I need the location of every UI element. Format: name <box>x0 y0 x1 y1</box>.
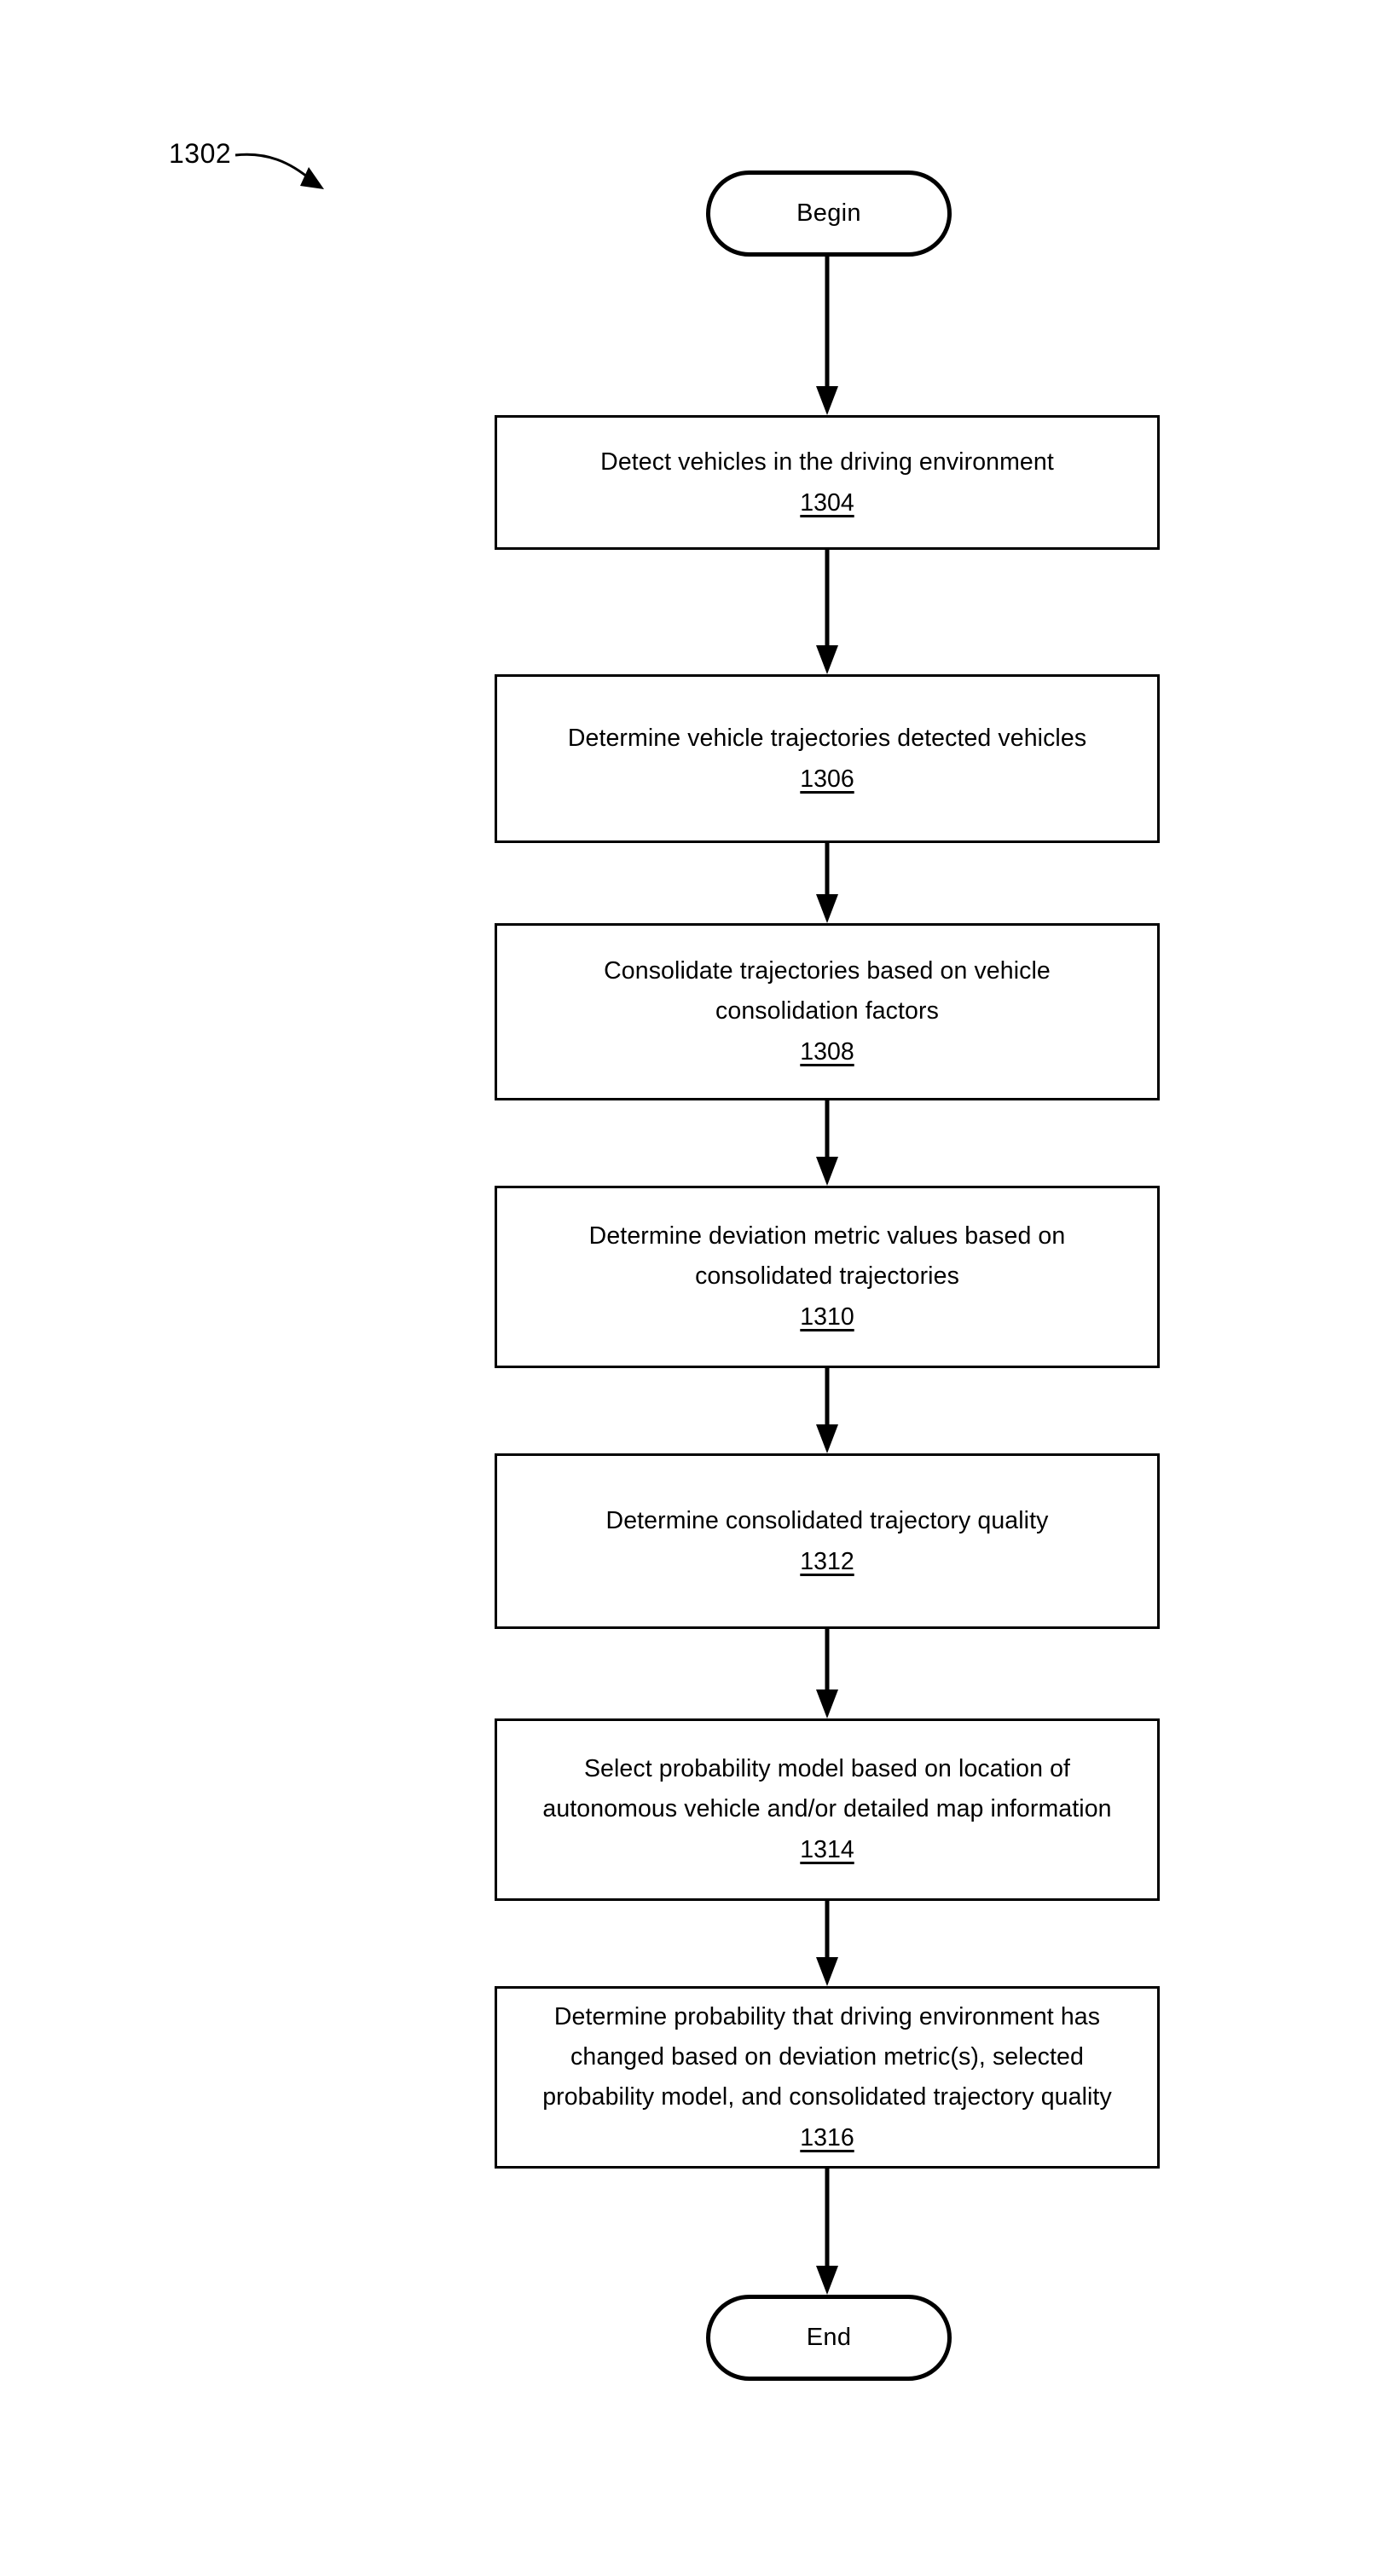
connector-arrow-6 <box>812 1629 842 1718</box>
process-step-1310: Determine deviation metric values based … <box>495 1186 1160 1368</box>
process-step-reference: 1306 <box>800 765 854 793</box>
patent-figure: 1302 Begin Detect vehicles in the drivin… <box>0 0 1378 2576</box>
process-step-1308: Consolidate trajectories based on vehicl… <box>495 923 1160 1100</box>
process-step-text: Detect vehicles in the driving environme… <box>600 448 1054 476</box>
connector-arrow-3 <box>812 843 842 923</box>
figure-reference-numeral: 1302 <box>169 138 232 169</box>
connector-arrow-4 <box>812 1100 842 1186</box>
process-step-1312: Determine consolidated trajectory qualit… <box>495 1453 1160 1629</box>
end-terminal-label: End <box>806 2324 852 2351</box>
start-terminal-label: Begin <box>796 199 861 227</box>
connector-arrow-2 <box>812 550 842 674</box>
process-step-text: Select probability model based on locati… <box>542 1755 1112 1822</box>
flowchart-start-terminal: Begin <box>706 170 952 257</box>
connector-arrow-8 <box>812 2169 842 2295</box>
process-step-text: Determine deviation metric values based … <box>588 1222 1066 1290</box>
process-step-text: Determine consolidated trajectory qualit… <box>605 1506 1049 1534</box>
process-step-1316: Determine probability that driving envir… <box>495 1986 1160 2169</box>
connector-arrow-7 <box>812 1901 842 1986</box>
process-step-reference: 1308 <box>800 1038 854 1066</box>
process-step-reference: 1312 <box>800 1547 854 1575</box>
process-step-reference: 1304 <box>800 488 854 517</box>
process-step-reference: 1314 <box>800 1836 854 1863</box>
process-step-text: Consolidate trajectories based on vehicl… <box>604 957 1051 1025</box>
process-step-text: Determine probability that driving envir… <box>542 2002 1112 2111</box>
process-step-reference: 1316 <box>800 2123 854 2151</box>
connector-arrow-1 <box>812 257 842 415</box>
flowchart-end-terminal: End <box>706 2295 952 2381</box>
curved-leader-arrow-icon <box>234 153 324 189</box>
process-step-1314: Select probability model based on locati… <box>495 1718 1160 1901</box>
process-step-text: Determine vehicle trajectories detected … <box>567 724 1087 752</box>
connector-arrow-5 <box>812 1368 842 1453</box>
process-step-1304: Detect vehicles in the driving environme… <box>495 415 1160 550</box>
process-step-1306: Determine vehicle trajectories detected … <box>495 674 1160 843</box>
process-step-reference: 1310 <box>800 1303 854 1331</box>
